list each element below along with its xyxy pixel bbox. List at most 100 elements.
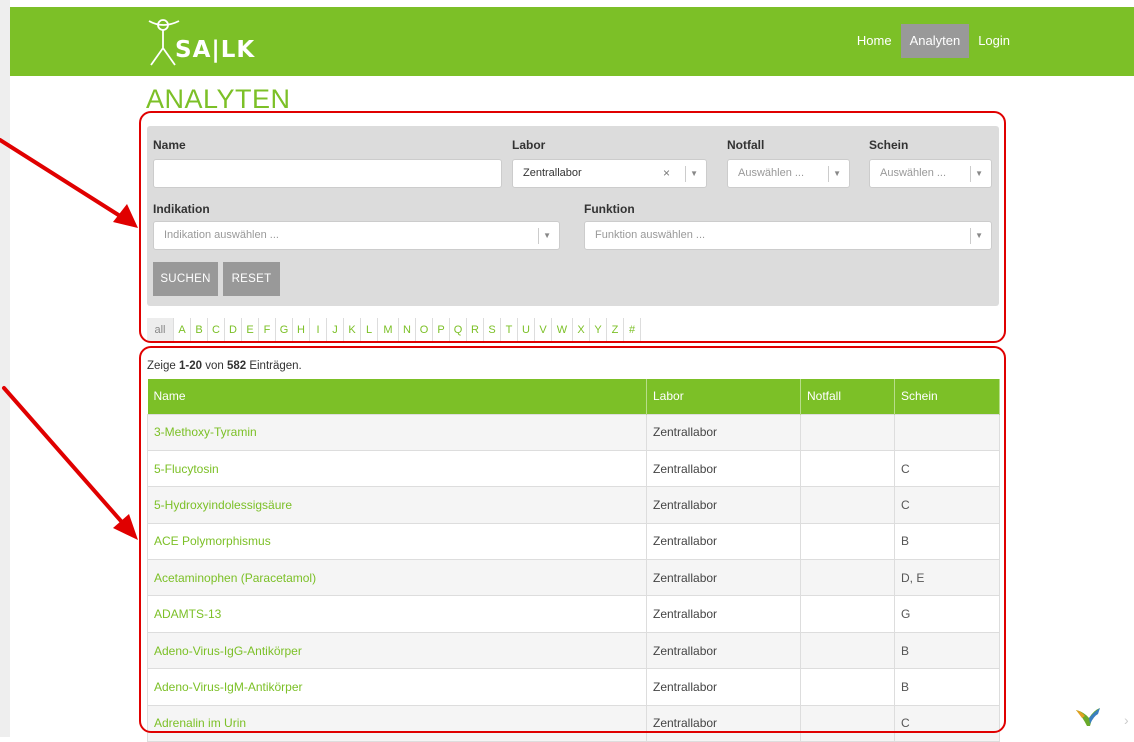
name-input[interactable] [153,159,502,188]
alphabet-letter-s[interactable]: S [484,318,501,343]
chevron-down-icon[interactable]: ▼ [975,222,983,249]
cell-name[interactable]: Adeno-Virus-IgM-Antikörper [147,668,647,706]
alphabet-letter-f[interactable]: F [259,318,276,343]
alphabet-letter-p[interactable]: P [433,318,450,343]
alphabet-letter-w[interactable]: W [552,318,573,343]
alphabet-letter-c[interactable]: C [208,318,225,343]
labor-select-value: Zentrallabor [523,167,582,179]
cell-labor: Zentrallabor [646,522,801,561]
cell-notfall [800,595,895,633]
alphabet-letter-j[interactable]: J [327,318,344,343]
cell-notfall [800,413,895,451]
alphabet-letter-t[interactable]: T [501,318,518,343]
chevron-down-icon[interactable]: ▼ [975,160,983,187]
table-header-row: Name Labor Notfall Schein [147,379,1000,414]
cell-name[interactable]: 3-Methoxy-Tyramin [147,413,647,451]
cell-labor: Zentrallabor [646,413,801,451]
cell-schein: B [894,522,1000,561]
labor-clear-icon[interactable]: × [663,160,670,187]
alphabet-letter-i[interactable]: I [310,318,327,343]
summary-suffix: Einträgen. [246,360,302,372]
alphabet-letter-o[interactable]: O [416,318,433,343]
table-row: ADAMTS-13 Zentrallabor G [147,595,1000,633]
cell-schein: C [894,486,1000,524]
select-separator [685,166,686,182]
header-schein[interactable]: Schein [894,379,1000,414]
cell-notfall [800,631,895,670]
chevron-down-icon[interactable]: ▼ [690,160,698,187]
alphabet-letter-d[interactable]: D [225,318,242,343]
summary-prefix: Zeige [147,360,179,372]
alphabet-letter-e[interactable]: E [242,318,259,343]
header-labor[interactable]: Labor [646,379,801,414]
cell-schein: B [894,631,1000,670]
salk-logo[interactable]: SA|LK [145,13,285,69]
alphabet-letter-g[interactable]: G [276,318,293,343]
alphabet-letter-n[interactable]: N [399,318,416,343]
alphabet-letter-m[interactable]: M [378,318,399,343]
table-row: 3-Methoxy-Tyramin Zentrallabor [147,413,1000,451]
cell-name[interactable]: 5-Hydroxyindolessigsäure [147,486,647,524]
cell-name[interactable]: Acetaminophen (Paracetamol) [147,559,647,597]
cell-notfall [800,449,895,488]
labor-select[interactable]: Zentrallabor × ▼ [512,159,707,188]
summary-middle: von [202,360,227,372]
alphabet-letter-all[interactable]: all [147,318,174,343]
nav-login[interactable]: Login [969,24,1019,58]
results-summary: Zeige 1-20 von 582 Einträgen. [147,360,302,372]
arrow-head-bottom [113,514,138,540]
name-label: Name [153,138,186,152]
alphabet-letter-a[interactable]: A [174,318,191,343]
cell-name[interactable]: Adrenalin im Urin [147,704,647,742]
select-separator [828,166,829,182]
schein-select[interactable]: Auswählen ... ▼ [869,159,992,188]
cell-notfall [800,559,895,597]
funktion-select-placeholder: Funktion auswählen ... [595,229,706,241]
alphabet-letter-u[interactable]: U [518,318,535,343]
select-separator [970,228,971,244]
notfall-select[interactable]: Auswählen ... ▼ [727,159,850,188]
search-button[interactable]: SUCHEN [153,262,218,296]
reset-button[interactable]: RESET [223,262,280,296]
indikation-select[interactable]: Indikation auswählen ... ▼ [153,221,560,250]
indikation-select-placeholder: Indikation auswählen ... [164,229,279,241]
alphabet-letter-v[interactable]: V [535,318,552,343]
funktion-select[interactable]: Funktion auswählen ... ▼ [584,221,992,250]
cell-schein: C [894,449,1000,488]
alphabet-letter-k[interactable]: K [344,318,361,343]
logo-text: SA|LK [175,37,256,63]
alphabet-letter-h[interactable]: H [293,318,310,343]
cell-notfall [800,486,895,524]
alphabet-letter-y[interactable]: Y [590,318,607,343]
top-navbar: SA|LK Home Analyten Login [10,7,1134,76]
yii-logo-icon [1076,708,1100,726]
chevron-right-icon[interactable]: › [1124,712,1129,728]
chevron-down-icon[interactable]: ▼ [833,160,841,187]
schein-select-placeholder: Auswählen ... [880,167,947,179]
alphabet-letter-r[interactable]: R [467,318,484,343]
table-body: 3-Methoxy-Tyramin Zentrallabor 5-Flucytosi… [147,413,1000,742]
alphabet-letter-hash[interactable]: # [624,318,641,343]
cell-labor: Zentrallabor [646,668,801,706]
alphabet-letter-x[interactable]: X [573,318,590,343]
alphabet-letter-z[interactable]: Z [607,318,624,343]
cell-name[interactable]: ADAMTS-13 [147,595,647,633]
cell-name[interactable]: 5-Flucytosin [147,449,647,488]
table-row: Acetaminophen (Paracetamol) Zentrallabor D… [147,559,1000,597]
alphabet-letter-l[interactable]: L [361,318,378,343]
cell-labor: Zentrallabor [646,595,801,633]
cell-name[interactable]: ACE Polymorphismus [147,522,647,561]
nav-analyten[interactable]: Analyten [900,24,970,58]
cell-notfall [800,704,895,742]
summary-total: 582 [226,360,247,372]
chevron-down-icon[interactable]: ▼ [543,222,551,249]
cell-name[interactable]: Adeno-Virus-IgG-Antikörper [147,631,647,670]
alphabet-letter-q[interactable]: Q [450,318,467,343]
alphabet-letter-b[interactable]: B [191,318,208,343]
cell-notfall [800,668,895,706]
header-name[interactable]: Name [147,379,647,414]
cell-labor: Zentrallabor [646,449,801,488]
cell-schein [894,413,1000,451]
nav-home[interactable]: Home [848,24,901,58]
header-notfall[interactable]: Notfall [800,379,895,414]
